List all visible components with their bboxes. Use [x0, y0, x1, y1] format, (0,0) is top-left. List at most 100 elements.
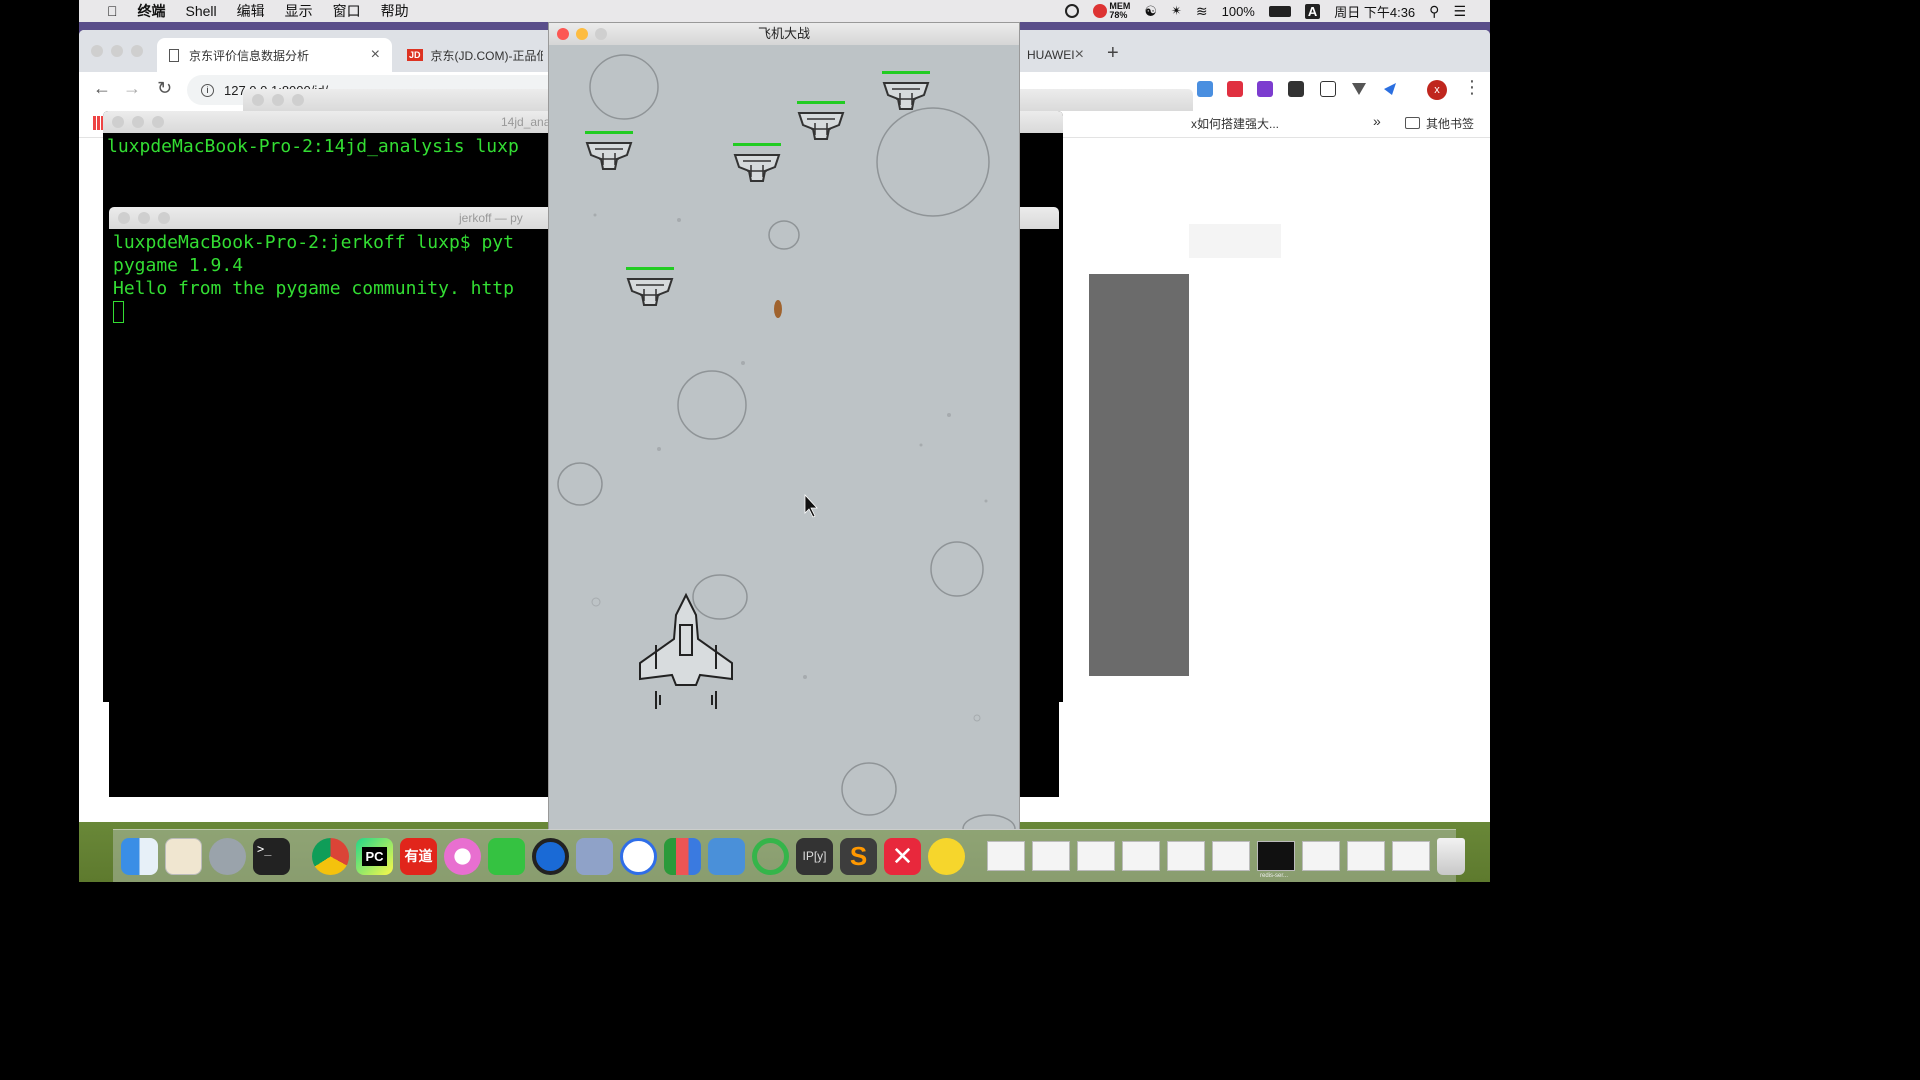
game-title: 飞机大战 [757, 26, 810, 41]
back-arrow-icon[interactable]: ← [93, 78, 111, 99]
gray-panel [1089, 274, 1189, 676]
game-canvas[interactable] [549, 45, 1019, 829]
health-bar [882, 71, 930, 74]
feishu-icon[interactable] [1382, 81, 1398, 97]
itunes-icon[interactable] [444, 837, 481, 875]
finder-icon[interactable] [121, 837, 158, 875]
youdao-label: 有道 [404, 848, 433, 864]
menu-window[interactable]: 窗口 [323, 0, 371, 22]
menu-edit[interactable]: 编辑 [227, 0, 275, 22]
apple-icon[interactable]:  [97, 0, 128, 22]
minimized-window-thumb[interactable] [1077, 841, 1115, 871]
battery-icon[interactable] [1268, 5, 1291, 17]
memory-monitor-icon[interactable]: MEM 78% [1093, 2, 1130, 20]
bluetooth-icon[interactable]: ✴ [1171, 3, 1182, 19]
baidu-netdisk-icon[interactable] [620, 837, 657, 875]
enemy-plane [585, 131, 633, 170]
minimized-window-thumb[interactable] [1032, 841, 1070, 871]
folder-icon [1405, 117, 1420, 129]
notification-center-icon[interactable]: ☰ [1453, 3, 1466, 20]
desktop:  终端 Shell 编辑 显示 窗口 帮助 MEM 78% ☯ ✴ ≋ 100… [79, 0, 1490, 882]
close-tab-icon[interactable]: × [371, 46, 380, 64]
tab-label: 京东(JD.COM)-正品低价 [430, 48, 543, 63]
launchpad-icon[interactable] [209, 837, 246, 875]
minimize-button[interactable] [576, 28, 588, 40]
health-bar [585, 131, 633, 134]
content-block [1189, 224, 1281, 258]
minimized-window-thumb[interactable] [1392, 841, 1430, 871]
minimized-window-thumb[interactable] [987, 841, 1025, 871]
extension-icon[interactable] [1227, 81, 1243, 97]
minimized-window-thumb[interactable] [1302, 841, 1340, 871]
bookmark-overflow[interactable]: » [1373, 113, 1381, 129]
game-window-controls [557, 28, 607, 40]
game-window[interactable]: 飞机大战 [548, 22, 1020, 830]
extension-icon[interactable] [1257, 81, 1273, 97]
virtualbox-icon[interactable] [576, 837, 613, 875]
input-method-icon[interactable]: A [1304, 3, 1321, 19]
trash-icon[interactable] [1437, 837, 1465, 875]
chrome-icon[interactable] [312, 837, 349, 875]
tab-jd-analysis[interactable]: 京东评价信息数据分析 × [157, 38, 392, 72]
enemy-plane [733, 143, 781, 182]
zoom-button[interactable] [131, 45, 143, 57]
youdao-icon[interactable]: 有道 [400, 837, 437, 875]
pycharm-icon[interactable]: PC [356, 837, 393, 875]
terminal-line: luxpdeMacBook-Pro-2:14jd_analysis luxp [107, 136, 519, 157]
sublime-icon[interactable]: S [840, 837, 877, 875]
forward-arrow-icon[interactable]: → [123, 78, 141, 99]
profile-avatar[interactable]: x [1427, 80, 1447, 100]
extension-icon[interactable] [1288, 81, 1304, 97]
quicktime-icon[interactable] [532, 837, 569, 875]
sync-icon[interactable] [752, 837, 789, 875]
zoom-button[interactable] [595, 28, 607, 40]
menu-shell[interactable]: Shell [176, 0, 227, 22]
menu-help[interactable]: 帮助 [371, 0, 419, 22]
enemy-plane [626, 267, 674, 306]
numbers-icon[interactable] [664, 837, 701, 875]
minimized-window-thumb[interactable] [1122, 841, 1160, 871]
clock[interactable]: 周日 下午4:36 [1334, 2, 1415, 21]
xmind-icon[interactable] [488, 837, 525, 875]
extension-icon[interactable] [1197, 81, 1213, 97]
menu-app-name[interactable]: 终端 [128, 0, 176, 22]
jd-favicon: JD [407, 49, 423, 61]
other-bookmarks[interactable]: 其他书签 [1426, 115, 1474, 132]
bullet [774, 300, 782, 318]
record-icon[interactable] [1065, 4, 1080, 18]
terminal-cursor [113, 301, 124, 323]
menu-view[interactable]: 显示 [275, 0, 323, 22]
bookmark-item[interactable]: x如何搭建强大... [1191, 115, 1279, 132]
menu-dots-icon[interactable]: ⋮ [1463, 77, 1481, 98]
wifi-icon[interactable]: ≋ [1196, 3, 1208, 20]
minimized-redis-thumb[interactable]: redis-ser... [1257, 841, 1295, 879]
page-icon [169, 48, 179, 62]
minimized-window-thumb[interactable] [1212, 841, 1250, 871]
terminal-icon[interactable]: >_ [253, 837, 290, 875]
ipython-icon[interactable]: IP[y] [796, 837, 833, 875]
spotlight-icon[interactable]: ⚲ [1429, 3, 1439, 20]
xmind-zen-icon[interactable]: ✕ [884, 837, 921, 875]
keynote-icon[interactable] [708, 837, 745, 875]
preview-icon[interactable] [165, 837, 202, 875]
reload-icon[interactable]: ↻ [157, 78, 172, 99]
close-button[interactable] [557, 28, 569, 40]
close-tab-icon[interactable]: × [1075, 46, 1084, 64]
info-icon[interactable]: i [201, 83, 214, 97]
apps-grid-icon[interactable] [93, 116, 103, 130]
minimized-window-thumb[interactable] [1167, 841, 1205, 871]
new-tab-button[interactable]: + [1107, 42, 1119, 65]
minimize-button[interactable] [111, 45, 123, 57]
minimized-window-thumb[interactable] [1347, 841, 1385, 871]
battery-percent[interactable]: 100% [1222, 4, 1255, 19]
vue-devtools-icon[interactable] [1351, 81, 1367, 97]
tab-huawei[interactable]: HUAWEI × [1015, 38, 1095, 72]
mem-value: 78% [1109, 10, 1128, 20]
player-ship [639, 592, 733, 709]
qq-dock-icon[interactable] [928, 837, 965, 875]
screenshot-icon[interactable] [1320, 81, 1336, 97]
tab-jd-com[interactable]: JD 京东(JD.COM)-正品低价 [395, 38, 555, 72]
terminal-title: jerkoff — py [459, 211, 523, 225]
close-button[interactable] [91, 45, 103, 57]
qq-icon[interactable]: ☯ [1144, 3, 1157, 20]
